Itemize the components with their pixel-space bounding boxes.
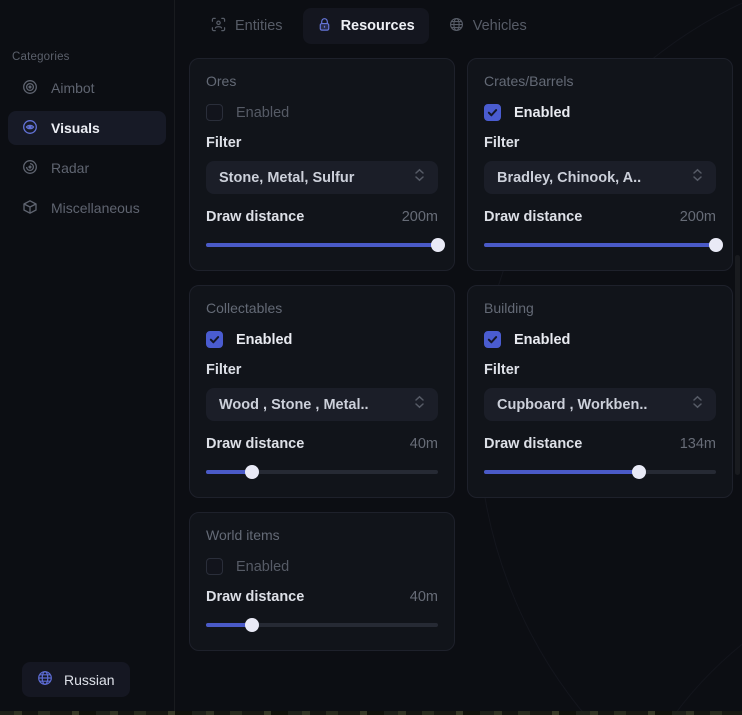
filter-label: Filter — [484, 362, 716, 378]
card-ores: Ores Enabled Filter Stone, Metal, Sulfur… — [189, 58, 455, 271]
sidebar-item-label: Radar — [51, 160, 89, 176]
card-building: Building Enabled Filter Cupboard , Workb… — [467, 285, 733, 498]
draw-distance-value: 200m — [402, 209, 438, 225]
enabled-checkbox-row[interactable]: Enabled — [206, 331, 438, 348]
slider-thumb[interactable] — [431, 238, 445, 252]
draw-distance-slider[interactable] — [206, 618, 438, 632]
tab-entities[interactable]: Entities — [197, 8, 297, 44]
enabled-label: Enabled — [514, 105, 570, 121]
categories-label: Categories — [12, 51, 70, 63]
checkbox-icon[interactable] — [484, 331, 501, 348]
sidebar: Categories Aimbot Visuals — [0, 0, 175, 715]
language-button-label: Russian — [64, 672, 115, 688]
draw-distance-slider[interactable] — [206, 465, 438, 479]
enabled-label: Enabled — [236, 105, 289, 121]
filter-select[interactable]: Bradley, Chinook, A.. — [484, 161, 716, 194]
draw-distance-slider[interactable] — [484, 465, 716, 479]
filter-select-value: Cupboard , Workben.. — [497, 397, 647, 413]
draw-distance-label: Draw distance — [206, 209, 304, 225]
checkbox-icon[interactable] — [484, 104, 501, 121]
enabled-checkbox-row[interactable]: Enabled — [206, 104, 438, 121]
filter-label: Filter — [206, 362, 438, 378]
language-button[interactable]: Russian — [22, 662, 130, 697]
filter-select[interactable]: Wood , Stone , Metal.. — [206, 388, 438, 421]
card-crates-barrels: Crates/Barrels Enabled Filter Bradley, C… — [467, 58, 733, 271]
card-title: Collectables — [206, 300, 438, 316]
checkbox-icon[interactable] — [206, 104, 223, 121]
draw-distance-label: Draw distance — [484, 436, 582, 452]
sidebar-item-label: Aimbot — [51, 80, 95, 96]
slider-thumb[interactable] — [632, 465, 646, 479]
filter-select-value: Wood , Stone , Metal.. — [219, 397, 369, 413]
sidebar-item-miscellaneous[interactable]: Miscellaneous — [8, 191, 166, 225]
filter-select-value: Stone, Metal, Sulfur — [219, 170, 354, 186]
enabled-checkbox-row[interactable]: Enabled — [484, 104, 716, 121]
slider-fill — [484, 470, 639, 474]
sidebar-item-radar[interactable]: Radar — [8, 151, 166, 185]
settings-grid: Ores Enabled Filter Stone, Metal, Sulfur… — [189, 58, 733, 651]
filter-label: Filter — [484, 135, 716, 151]
chevron-updown-icon — [414, 168, 425, 187]
filter-label: Filter — [206, 135, 438, 151]
card-collectables: Collectables Enabled Filter Wood , Stone… — [189, 285, 455, 498]
slider-fill — [484, 243, 716, 247]
slider-thumb[interactable] — [245, 465, 259, 479]
draw-distance-value: 134m — [680, 436, 716, 452]
scrollbar-thumb[interactable] — [735, 255, 740, 475]
checkbox-icon[interactable] — [206, 558, 223, 575]
sidebar-item-visuals[interactable]: Visuals — [8, 111, 166, 145]
tab-vehicles[interactable]: Vehicles — [435, 8, 541, 44]
resource-lock-icon — [317, 17, 332, 36]
chevron-updown-icon — [692, 168, 703, 187]
crosshair-icon — [22, 79, 38, 98]
card-title: Crates/Barrels — [484, 73, 716, 89]
card-title: Building — [484, 300, 716, 316]
enabled-label: Enabled — [236, 332, 292, 348]
card-world-items: World items Enabled Draw distance 40m — [189, 512, 455, 651]
draw-distance-slider[interactable] — [206, 238, 438, 252]
globe-icon — [37, 670, 53, 689]
filter-select-value: Bradley, Chinook, A.. — [497, 170, 641, 186]
draw-distance-value: 40m — [410, 589, 438, 605]
slider-thumb[interactable] — [709, 238, 723, 252]
enabled-label: Enabled — [236, 559, 289, 575]
sidebar-items: Aimbot Visuals Radar — [8, 71, 166, 225]
tab-label: Vehicles — [473, 18, 527, 34]
person-scan-icon — [211, 17, 226, 36]
slider-fill — [206, 243, 438, 247]
cube-icon — [22, 199, 38, 218]
draw-distance-value: 200m — [680, 209, 716, 225]
enabled-checkbox-row[interactable]: Enabled — [206, 558, 438, 575]
chevron-updown-icon — [414, 395, 425, 414]
draw-distance-label: Draw distance — [206, 589, 304, 605]
draw-distance-slider[interactable] — [484, 238, 716, 252]
card-title: World items — [206, 527, 438, 543]
draw-distance-value: 40m — [410, 436, 438, 452]
card-title: Ores — [206, 73, 438, 89]
globe-icon — [449, 17, 464, 36]
tab-label: Resources — [341, 18, 415, 34]
draw-distance-label: Draw distance — [206, 436, 304, 452]
tab-bar: Entities Resources Vehicles — [197, 8, 541, 44]
sidebar-item-aimbot[interactable]: Aimbot — [8, 71, 166, 105]
enabled-label: Enabled — [514, 332, 570, 348]
checkbox-icon[interactable] — [206, 331, 223, 348]
slider-thumb[interactable] — [245, 618, 259, 632]
radar-icon — [22, 159, 38, 178]
filter-select[interactable]: Cupboard , Workben.. — [484, 388, 716, 421]
sidebar-item-label: Miscellaneous — [51, 200, 140, 216]
sidebar-item-label: Visuals — [51, 120, 100, 136]
chevron-updown-icon — [692, 395, 703, 414]
enabled-checkbox-row[interactable]: Enabled — [484, 331, 716, 348]
filter-select[interactable]: Stone, Metal, Sulfur — [206, 161, 438, 194]
tab-label: Entities — [235, 18, 283, 34]
eye-icon — [22, 119, 38, 138]
tab-resources[interactable]: Resources — [303, 8, 429, 44]
game-background-strip — [0, 711, 742, 715]
draw-distance-label: Draw distance — [484, 209, 582, 225]
